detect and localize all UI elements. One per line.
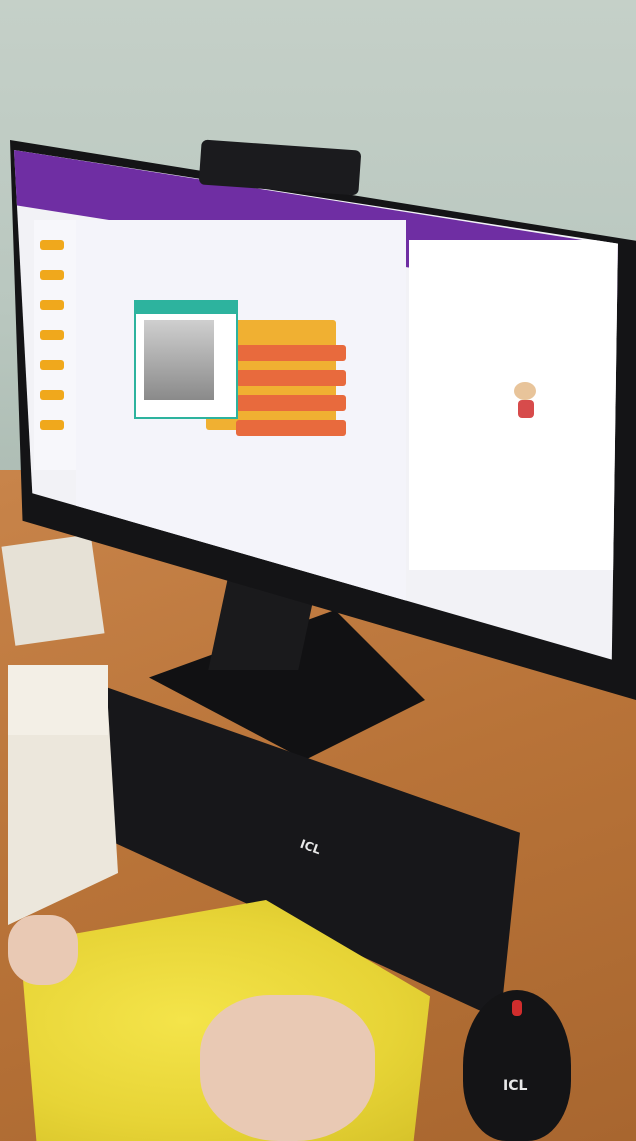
video-dialog-icon[interactable] xyxy=(134,300,238,419)
palette-block[interactable] xyxy=(40,330,64,340)
palette-block[interactable] xyxy=(40,390,64,400)
hand-right xyxy=(200,995,375,1141)
mouse-wheel xyxy=(512,1000,522,1016)
paper-sheet xyxy=(1,534,105,646)
camera-preview xyxy=(144,320,214,400)
sprite-bear-icon[interactable] xyxy=(514,382,536,400)
code-block[interactable] xyxy=(236,345,346,361)
mouse-brand: ICL xyxy=(503,1078,528,1094)
code-block[interactable] xyxy=(236,420,346,436)
keyboard-brand: ICL xyxy=(298,836,323,858)
box-lid xyxy=(8,665,108,735)
dialog-header xyxy=(136,302,236,314)
sprite-body xyxy=(518,400,534,418)
block-palette[interactable] xyxy=(34,220,76,470)
stage[interactable] xyxy=(409,240,618,570)
palette-block[interactable] xyxy=(40,360,64,370)
palette-block[interactable] xyxy=(40,420,64,430)
code-block[interactable] xyxy=(236,395,346,411)
palette-block[interactable] xyxy=(40,240,64,250)
code-block[interactable] xyxy=(236,370,346,386)
hand-left xyxy=(8,915,78,985)
palette-block[interactable] xyxy=(40,300,64,310)
palette-block[interactable] xyxy=(40,270,64,280)
